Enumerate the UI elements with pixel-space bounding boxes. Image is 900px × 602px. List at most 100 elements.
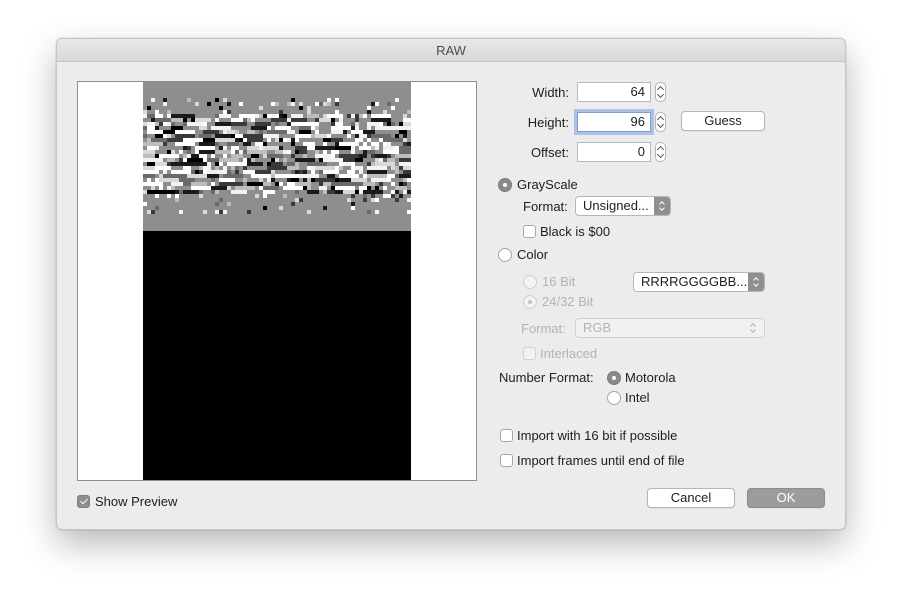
color-format-popup[interactable]: RGB xyxy=(575,318,765,338)
noise-pixel xyxy=(175,154,179,158)
noise-pixel xyxy=(259,186,263,190)
noise-pixel xyxy=(271,174,275,178)
noise-pixel xyxy=(383,158,387,162)
noise-pixel xyxy=(195,146,215,150)
noise-pixel xyxy=(359,134,367,138)
black-is-00-checkbox[interactable] xyxy=(523,225,536,238)
title-bar[interactable]: RAW xyxy=(57,39,845,62)
noise-pixel xyxy=(251,118,255,122)
width-field[interactable]: 64 xyxy=(577,82,651,102)
motorola-radio[interactable] xyxy=(607,371,621,385)
noise-pixel xyxy=(367,186,371,190)
noise-pixel xyxy=(367,150,375,154)
noise-pixel xyxy=(203,138,215,142)
noise-pixel xyxy=(403,178,407,182)
noise-pixel xyxy=(299,170,303,174)
noise-pixel xyxy=(355,166,363,170)
noise-pixel xyxy=(195,170,199,174)
noise-pixel xyxy=(323,142,327,146)
bit16-label: 16 Bit xyxy=(542,274,576,289)
noise-pixel xyxy=(207,166,211,170)
noise-pixel xyxy=(351,166,355,170)
noise-pixel xyxy=(275,126,291,130)
noise-pixel xyxy=(283,150,287,154)
noise-pixel xyxy=(371,198,375,202)
noise-pixel xyxy=(167,194,171,198)
noise-pixel xyxy=(343,130,347,134)
width-stepper[interactable] xyxy=(655,82,666,102)
noise-pixel xyxy=(363,198,367,202)
noise-pixel xyxy=(243,166,247,170)
interlaced-checkbox[interactable] xyxy=(523,347,536,360)
noise-pixel xyxy=(371,134,391,138)
noise-pixel xyxy=(263,186,279,190)
noise-pixel xyxy=(211,126,227,130)
noise-pixel xyxy=(319,186,327,190)
noise-pixel xyxy=(315,134,327,138)
offset-stepper[interactable] xyxy=(655,142,666,162)
cancel-button[interactable]: Cancel xyxy=(647,488,735,508)
noise-pixel xyxy=(183,158,187,162)
noise-pixel xyxy=(371,114,391,118)
noise-pixel xyxy=(187,166,191,170)
noise-pixel xyxy=(151,118,155,122)
noise-pixel xyxy=(383,194,387,198)
noise-pixel xyxy=(183,174,187,178)
noise-pixel xyxy=(235,130,239,134)
noise-pixel xyxy=(143,182,163,186)
noise-pixel xyxy=(251,154,259,158)
color-radio[interactable] xyxy=(498,248,512,262)
noise-pixel xyxy=(279,146,283,150)
noise-pixel xyxy=(347,170,355,174)
noise-pixel xyxy=(267,126,271,130)
noise-pixel xyxy=(191,162,207,166)
noise-pixel xyxy=(247,146,259,150)
import-frames-checkbox[interactable] xyxy=(500,454,513,467)
grayscale-format-popup[interactable]: Unsigned... xyxy=(575,196,671,216)
noise-pixel xyxy=(239,182,243,186)
show-preview-checkbox[interactable] xyxy=(77,495,90,508)
noise-pixel xyxy=(403,138,407,142)
noise-pixel xyxy=(219,158,239,162)
noise-pixel xyxy=(287,122,291,126)
bit24-radio[interactable] xyxy=(523,295,537,309)
noise-pixel xyxy=(287,166,291,170)
intel-radio[interactable] xyxy=(607,391,621,405)
noise-pixel xyxy=(223,98,227,102)
noise-pixel xyxy=(351,194,355,198)
grayscale-radio[interactable] xyxy=(498,178,512,192)
noise-pixel xyxy=(163,174,183,178)
noise-pixel xyxy=(167,122,171,126)
noise-pixel xyxy=(287,182,295,186)
noise-pixel xyxy=(275,138,279,142)
noise-pixel xyxy=(175,134,183,138)
noise-pixel xyxy=(375,158,379,162)
bit16-radio[interactable] xyxy=(523,275,537,289)
noise-pixel xyxy=(247,138,263,142)
height-field[interactable]: 96 xyxy=(577,112,651,132)
noise-pixel xyxy=(291,118,307,122)
noise-pixel xyxy=(395,186,407,190)
offset-field[interactable]: 0 xyxy=(577,142,651,162)
import-16bit-checkbox[interactable] xyxy=(500,429,513,442)
noise-pixel xyxy=(171,182,183,186)
noise-pixel xyxy=(151,114,155,118)
noise-pixel xyxy=(299,126,311,130)
noise-pixel xyxy=(183,154,187,158)
color-order-popup[interactable]: RRRRGGGGBB... xyxy=(633,272,765,292)
noise-pixel xyxy=(319,118,331,122)
noise-pixel xyxy=(215,190,219,194)
noise-pixel xyxy=(211,186,227,190)
noise-pixel xyxy=(287,178,291,182)
noise-pixel xyxy=(359,170,363,174)
noise-pixel xyxy=(243,118,247,122)
noise-pixel xyxy=(187,154,191,158)
noise-pixel xyxy=(315,118,319,122)
noise-pixel xyxy=(247,182,263,186)
ok-button[interactable]: OK xyxy=(747,488,825,508)
height-stepper[interactable] xyxy=(655,112,666,132)
noise-pixel xyxy=(339,166,343,170)
noise-pixel xyxy=(367,174,387,178)
noise-pixel xyxy=(155,122,159,126)
guess-button[interactable]: Guess xyxy=(681,111,765,131)
